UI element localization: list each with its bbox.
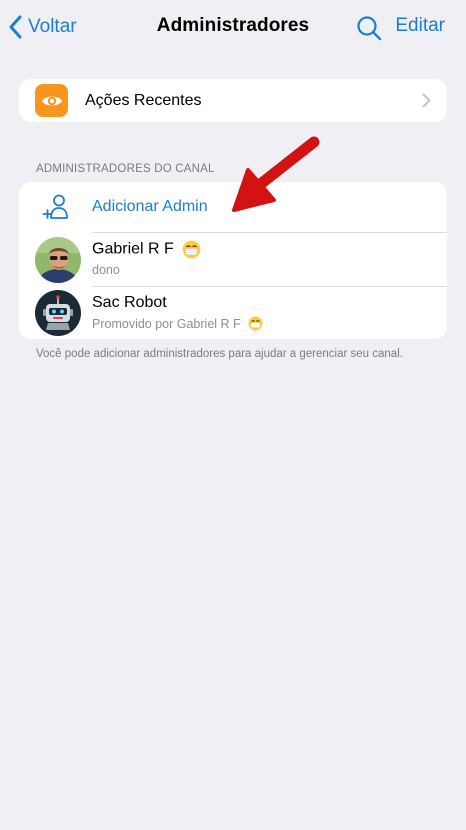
medical-mask-emoji-icon xyxy=(182,240,201,259)
admin-promoted-by-text: Promovido por Gabriel R F xyxy=(92,317,241,331)
avatar xyxy=(35,237,81,283)
admin-name: Gabriel R F xyxy=(92,240,201,259)
admin-name: Sac Robot xyxy=(92,294,167,311)
avatar xyxy=(35,290,81,336)
admin-role: dono xyxy=(92,263,120,277)
section-header: ADMINISTRADORES DO CANAL xyxy=(36,163,215,175)
admin-name-text: Gabriel R F xyxy=(92,240,174,258)
admin-row-sac-robot[interactable]: Sac Robot Promovido por Gabriel R F xyxy=(19,287,447,339)
admins-list: Adicionar Admin Gabriel R F dono Sac Rob… xyxy=(19,182,447,339)
robot-avatar xyxy=(35,290,81,336)
eye-icon xyxy=(41,96,62,105)
recent-actions-card: Ações Recentes xyxy=(19,79,447,122)
recent-actions-row[interactable]: Ações Recentes xyxy=(19,79,447,122)
add-admin-label: Adicionar Admin xyxy=(92,198,208,215)
add-user-icon xyxy=(42,194,68,219)
medical-mask-emoji-icon xyxy=(248,316,263,331)
chevron-right-icon xyxy=(422,93,431,108)
search-icon xyxy=(357,16,382,41)
add-admin-button[interactable]: Adicionar Admin xyxy=(19,182,447,232)
edit-button[interactable]: Editar xyxy=(395,15,445,37)
admin-promoted-by: Promovido por Gabriel R F xyxy=(92,316,263,331)
navigation-bar: Voltar Administradores Editar xyxy=(0,0,466,56)
recent-actions-icon-tile xyxy=(35,84,68,117)
admin-row-gabriel[interactable]: Gabriel R F dono xyxy=(19,233,447,285)
footer-note: Você pode adicionar administradores para… xyxy=(36,348,403,360)
recent-actions-label: Ações Recentes xyxy=(85,91,202,109)
avatar-photo xyxy=(35,237,81,283)
search-button[interactable] xyxy=(355,14,383,42)
